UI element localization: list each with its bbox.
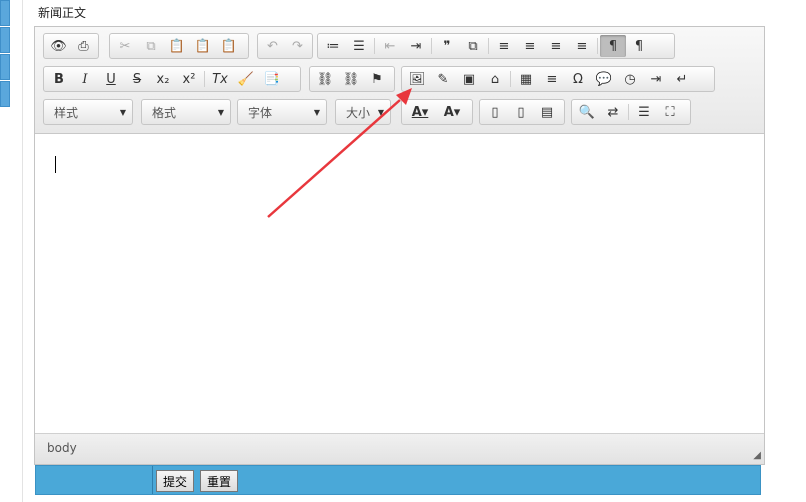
- numbered-list-icon[interactable]: ≔: [320, 35, 346, 57]
- replace-icon[interactable]: ⇄: [600, 101, 626, 123]
- paste-icon[interactable]: 📋: [164, 35, 190, 57]
- special-character-icon[interactable]: Ω: [565, 68, 591, 90]
- undo-group: ↶ ↷: [257, 33, 313, 59]
- unlink-icon[interactable]: ⛓: [338, 68, 364, 90]
- rich-text-editor: 👁 ⎙ ✂ ⧉ 📋 📋 📋 ↶ ↷ ≔ ☰ ⇤ ⇥ ❞ ⧉ ≡ ≡ ≡ ≡ ¶ …: [34, 26, 765, 465]
- ltr-text-icon[interactable]: ¶: [600, 35, 626, 57]
- side-tab[interactable]: [0, 81, 10, 107]
- news-body-label: 新闻正文: [38, 6, 87, 20]
- document-group: 👁 ⎙: [43, 33, 99, 59]
- template-icon[interactable]: ⌂: [482, 68, 508, 90]
- bulleted-list-icon[interactable]: ☰: [346, 35, 372, 57]
- paste-text-icon[interactable]: 📋: [190, 35, 216, 57]
- find-icon[interactable]: 🔍: [574, 101, 600, 123]
- paste-from-word-icon[interactable]: 📑: [259, 68, 285, 90]
- left-side-tabs: [0, 0, 10, 108]
- editor-toolbar: 👁 ⎙ ✂ ⧉ 📋 📋 📋 ↶ ↷ ≔ ☰ ⇤ ⇥ ❞ ⧉ ≡ ≡ ≡ ≡ ¶ …: [35, 27, 764, 134]
- side-tab[interactable]: [0, 27, 10, 53]
- chevron-down-icon: ▼: [377, 107, 384, 117]
- font-dropdown[interactable]: 字体 ▼: [237, 99, 327, 125]
- background-color-icon[interactable]: A▾: [436, 101, 468, 123]
- paragraph-group: ≔ ☰ ⇤ ⇥ ❞ ⧉ ≡ ≡ ≡ ≡ ¶ ¶: [317, 33, 675, 59]
- copy-formatting-icon[interactable]: 🧹: [233, 68, 259, 90]
- basic-styles-group: B I U S x₂ x² Tx 🧹 📑: [43, 66, 301, 92]
- size-dropdown[interactable]: 大小 ▼: [335, 99, 391, 125]
- smiley-icon[interactable]: 💬: [591, 68, 617, 90]
- side-tab[interactable]: [0, 0, 10, 26]
- copy-icon[interactable]: ⧉: [138, 35, 164, 57]
- horizontal-line-icon[interactable]: ≡: [539, 68, 565, 90]
- line-break-icon[interactable]: ↵: [669, 68, 695, 90]
- print-icon[interactable]: ⎙: [71, 35, 96, 57]
- text-color-icon[interactable]: A▾: [404, 101, 436, 123]
- tools-group: 🔍 ⇄ ☰ ⛶: [571, 99, 691, 125]
- preview-icon[interactable]: 👁: [46, 35, 71, 57]
- undo-icon[interactable]: ↶: [260, 35, 285, 57]
- colors-group: A▾ A▾: [401, 99, 473, 125]
- rtl-text-icon[interactable]: ¶: [626, 35, 652, 57]
- form-action-bar: 提交 重置: [35, 465, 761, 495]
- align-right-icon[interactable]: ≡: [543, 35, 569, 57]
- show-blocks-icon[interactable]: ☰: [631, 101, 657, 123]
- remove-format-icon[interactable]: Tx: [207, 68, 233, 90]
- paste-word-icon[interactable]: 📋: [216, 35, 242, 57]
- indent-icon[interactable]: ⇥: [403, 35, 429, 57]
- new-page-icon[interactable]: ▯: [508, 101, 534, 123]
- text-caret: [55, 156, 56, 173]
- div-container-icon[interactable]: ⧉: [460, 35, 486, 57]
- align-center-icon[interactable]: ≡: [517, 35, 543, 57]
- superscript-button[interactable]: x²: [176, 68, 202, 90]
- links-group: ⛓ ⛓ ⚑: [309, 66, 395, 92]
- document-properties-icon[interactable]: ▤: [534, 101, 560, 123]
- cut-icon[interactable]: ✂: [112, 35, 138, 57]
- clipboard-group: ✂ ⧉ 📋 📋 📋: [109, 33, 249, 59]
- reset-button[interactable]: 重置: [200, 470, 239, 492]
- blockquote-icon[interactable]: ❞: [434, 35, 460, 57]
- maximize-source-icon[interactable]: ▯: [482, 101, 508, 123]
- justify-icon[interactable]: ≡: [569, 35, 595, 57]
- page-break-icon[interactable]: ⇥: [643, 68, 669, 90]
- redo-icon[interactable]: ↷: [285, 35, 310, 57]
- strikethrough-button[interactable]: S: [124, 68, 150, 90]
- outdent-icon[interactable]: ⇤: [377, 35, 403, 57]
- editor-status-bar: body ◢: [35, 433, 764, 464]
- chevron-down-icon: ▼: [119, 107, 126, 117]
- format-dropdown[interactable]: 格式 ▼: [141, 99, 231, 125]
- document-tools-group: ▯ ▯ ▤: [479, 99, 565, 125]
- subscript-button[interactable]: x₂: [150, 68, 176, 90]
- underline-button[interactable]: U: [98, 68, 124, 90]
- image-icon[interactable]: 🖼: [404, 68, 430, 90]
- flash-icon[interactable]: ✎: [430, 68, 456, 90]
- styles-dropdown[interactable]: 样式 ▼: [43, 99, 133, 125]
- element-path[interactable]: body: [47, 441, 77, 455]
- chevron-down-icon: ▼: [217, 107, 224, 117]
- iframe-icon[interactable]: ◷: [617, 68, 643, 90]
- divider: [22, 0, 23, 502]
- submit-button[interactable]: 提交: [156, 470, 195, 492]
- anchor-flag-icon[interactable]: ⚑: [364, 68, 390, 90]
- bold-button[interactable]: B: [46, 68, 72, 90]
- chevron-down-icon: ▼: [313, 107, 320, 117]
- link-icon[interactable]: ⛓: [312, 68, 338, 90]
- table-icon[interactable]: ▦: [513, 68, 539, 90]
- fullscreen-icon[interactable]: ⛶: [657, 101, 683, 123]
- italic-button[interactable]: I: [72, 68, 98, 90]
- side-tab[interactable]: [0, 54, 10, 80]
- resize-grip-icon[interactable]: ◢: [753, 450, 761, 461]
- editor-content-area[interactable]: [35, 134, 764, 432]
- align-left-icon[interactable]: ≡: [491, 35, 517, 57]
- media-icon[interactable]: ▣: [456, 68, 482, 90]
- insert-group: 🖼 ✎ ▣ ⌂ ▦ ≡ Ω 💬 ◷ ⇥ ↵: [401, 66, 715, 92]
